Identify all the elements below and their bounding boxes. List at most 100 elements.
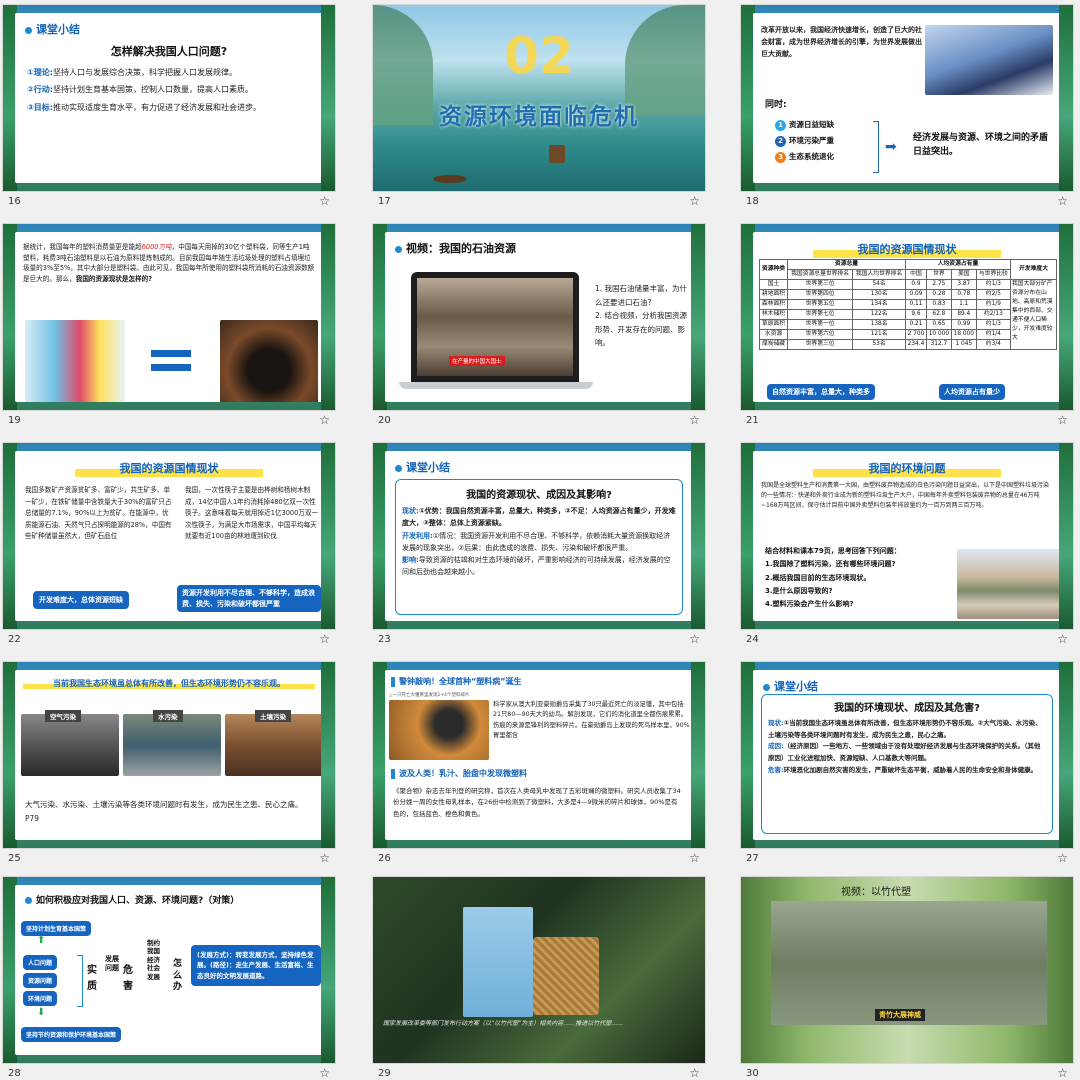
slide-footer: 27 ☆: [740, 849, 1074, 866]
tag-left: 开发难度大，总体资源短缺: [33, 591, 129, 609]
slide-thumbnail-27[interactable]: 课堂小结 我国的环境现状、成因及其危害? 现状:①当前我国生态环境虽总体有所改善…: [740, 661, 1074, 866]
star-icon[interactable]: ☆: [1057, 1066, 1068, 1080]
boat-icon: [549, 145, 565, 163]
slide-card: 我国的环境问题 我国是全球塑料生产和消费第一大国，由塑料废弃物造成的白色污染问题…: [753, 451, 1061, 621]
slide-canvas: 02 资源环境面临危机: [372, 4, 706, 192]
star-icon[interactable]: ☆: [319, 632, 330, 646]
slide-canvas: 视频：我国的石油资源 在产量的中国大国士 1. 我国石油储量丰富，为什么还要进口…: [372, 223, 706, 411]
bullet-dot-icon: [395, 464, 402, 472]
slide-thumbnail-26[interactable]: 警钟敲响！全球首种“塑料病”诞生 △一只死亡大鹱胃里发现1+4个塑料碎片 科学家…: [372, 661, 706, 866]
table-cell: 世界第一位: [786, 319, 854, 330]
table-cell: 世界: [925, 269, 952, 280]
bullet-dot-icon: [763, 683, 770, 691]
star-icon[interactable]: ☆: [689, 851, 700, 865]
table-cell: 我国人均世界排名: [852, 269, 906, 280]
video-frame[interactable]: 在产量的中国大国士: [417, 278, 573, 376]
table-cell: 约1/9: [975, 299, 1012, 310]
table-cell: 312.7: [925, 339, 952, 350]
table-cell: 2.75: [925, 279, 952, 290]
slide-canvas: 课堂小结 怎样解决我国人口问题? ①理论:坚持人口与发展综合决策，科学把握人口发…: [2, 4, 336, 192]
table-cell: 水资源: [759, 329, 788, 340]
slide-canvas: 据统计，我国每年的塑料消费量更是能超6000万吨，中国每天用掉的30亿个塑料袋，…: [2, 223, 336, 411]
star-icon[interactable]: ☆: [319, 194, 330, 208]
slide-canvas: 我国的环境问题 我国是全球塑料生产和消费第一大国，由塑料废弃物造成的白色污染问题…: [740, 442, 1074, 630]
prompt-text: 结合材料和课本79页，思考回答下列问题：: [765, 547, 901, 555]
line-text: ①情况：我国资源开发利用不尽合理、不够科学，依赖消耗大量资源换取经济发展的现象突…: [402, 531, 671, 552]
table-cell: 中国: [904, 269, 927, 280]
line-text: ①当前我国生态环境虽总体有所改善，但生态环境形势仍不容乐观。②大气污染、水污染、…: [768, 719, 1042, 739]
slide-title: 我国的资源国情现状: [813, 240, 1001, 258]
slide-title: 视频：以竹代塑: [841, 887, 911, 898]
boat-icon: [433, 175, 467, 183]
slide-canvas: 我国的资源国情现状 资源种类 资源总量 人均资源占有量 开发难度大 我国资源总量…: [740, 223, 1074, 411]
line-tag: 危害:: [768, 765, 784, 774]
star-icon[interactable]: ☆: [319, 851, 330, 865]
slide-thumbnail-17[interactable]: 02 资源环境面临危机 17 ☆: [372, 4, 706, 209]
slide-card: 当前我国生态环境虽总体有所改善，但生态环境形势仍不容乐观。 空气污染 水污染 土…: [15, 670, 323, 840]
slide-card: 警钟敲响！全球首种“塑料病”诞生 △一只死亡大鹱胃里发现1+4个塑料碎片 科学家…: [385, 670, 693, 840]
slide-canvas: 改革开放以来，我国经济快速增长，创造了巨大的社会财富，成为世界经济增长的引擎，为…: [740, 4, 1074, 192]
line-text: 导致资源的枯竭和对生态环境的破坏，严重影响经济的可持续发展，经济发展的空间和后劲…: [402, 556, 671, 577]
slide-footer: 23 ☆: [372, 630, 706, 647]
list-item: 2. 结合视频，分析我国资源形势、开发存在的问题、影响。: [595, 311, 688, 347]
slide-card: 我国的资源国情现状 我国多数矿产资源贫矿多、富矿少，共生矿多、单一矿少，在铁矿储…: [15, 451, 323, 621]
star-icon[interactable]: ☆: [689, 413, 700, 427]
table-cell: 耕地面积: [759, 289, 788, 300]
slide-thumbnail-20[interactable]: 视频：我国的石油资源 在产量的中国大国士 1. 我国石油储量丰富，为什么还要进口…: [372, 223, 706, 428]
solution-box: (发展方式)：转变发展方式，坚持绿色发展。(路径)：走生产发展、生活富裕、生态良…: [191, 945, 321, 987]
policy-box-bottom: 坚持节约资源和保护环境基本国策: [21, 1027, 122, 1042]
slide-header: 课堂小结: [763, 678, 818, 694]
table-cell: 134名: [852, 299, 906, 310]
slide-thumbnail-22[interactable]: 我国的资源国情现状 我国多数矿产资源贫矿多、富矿少，共生矿多、单一矿少，在铁矿储…: [2, 442, 336, 647]
slide-thumbnail-19[interactable]: 据统计，我国每年的塑料消费量更是能超6000万吨，中国每天用掉的30亿个塑料袋，…: [2, 223, 336, 428]
slide-thumbnail-24[interactable]: 我国的环境问题 我国是全球塑料生产和消费第一大国，由塑料废弃物造成的白色污染问题…: [740, 442, 1074, 647]
star-icon[interactable]: ☆: [689, 632, 700, 646]
table-cell: 0.99: [950, 319, 977, 330]
video-frame[interactable]: 青竹大展神威: [771, 901, 1047, 1025]
table-cell: 18 000: [950, 329, 977, 340]
table-cell: 0.83: [925, 299, 952, 310]
slide-card: 如何积极应对我国人口、资源、环境问题?（对策） 坚持计划生育基本国策 ⬆ 人口问…: [15, 885, 323, 1055]
slide-thumbnail-30[interactable]: 视频：以竹代塑 青竹大展神威 30 ☆: [740, 876, 1074, 1080]
star-icon[interactable]: ☆: [1057, 851, 1068, 865]
line-text: 坚持计划生育基本国策，控制人口数量，提高人口素质。: [52, 85, 253, 95]
image-label: 空气污染: [45, 710, 81, 722]
table-cell: 0.28: [925, 289, 952, 300]
slide-thumbnail-25[interactable]: 当前我国生态环境虽总体有所改善，但生态环境形势仍不容乐观。 空气污染 水污染 土…: [2, 661, 336, 866]
star-icon[interactable]: ☆: [689, 1066, 700, 1080]
star-icon[interactable]: ☆: [319, 413, 330, 427]
star-icon[interactable]: ☆: [319, 1066, 330, 1080]
slide-footer: 30 ☆: [740, 1064, 1074, 1080]
slide-canvas: 警钟敲响！全球首种“塑料病”诞生 △一只死亡大鹱胃里发现1+4个塑料碎片 科学家…: [372, 661, 706, 849]
slide-thumbnail-18[interactable]: 改革开放以来，我国经济快速增长，创造了巨大的社会财富，成为世界经济增长的引擎，为…: [740, 4, 1074, 209]
table-cell: 0.09: [904, 289, 927, 300]
effect-label: 制约我国经济社会发展: [147, 939, 160, 981]
star-icon[interactable]: ☆: [689, 194, 700, 208]
slide-body: 现状:①优势：我国自然资源丰富，总量大，种类多，②不足：人均资源占有量少，开发难…: [396, 501, 682, 579]
table-cell: 0.11: [904, 299, 927, 310]
table-cell: 资源种类: [759, 259, 788, 280]
table-cell: 0.21: [904, 319, 927, 330]
table-header-row: 资源种类 资源总量 人均资源占有量 开发难度大: [759, 259, 1057, 280]
slide-number: 26: [378, 853, 391, 864]
slide-thumbnail-21[interactable]: 我国的资源国情现状 资源种类 资源总量 人均资源占有量 开发难度大 我国资源总量…: [740, 223, 1074, 428]
slide-title: 我国的环境问题: [813, 459, 1001, 477]
list-item: 4.塑料污染会产生什么影响?: [765, 600, 854, 609]
slide-thumbnail-29[interactable]: 国家发展改革委等部门发布行动方案（以“以竹代塑”为主）相关内容……推进以竹代塑……: [372, 876, 706, 1080]
bullet-dot-icon: [25, 26, 32, 34]
table-cell: 约2/13: [975, 309, 1012, 320]
slide-title: 当前我国生态环境虽总体有所改善，但生态环境形势仍不容乐观。: [23, 678, 315, 689]
water-pollution-image: [123, 714, 221, 776]
table-cell: 我国资源总量世界排名: [786, 269, 854, 280]
star-icon[interactable]: ☆: [1057, 632, 1068, 646]
slide-thumbnail-23[interactable]: 课堂小结 我国的资源现状、成因及其影响? 现状:①优势：我国自然资源丰富，总量大…: [372, 442, 706, 647]
banner-heading: 波及人类！乳汁、胎盘中发现微塑料: [391, 768, 527, 779]
slide-number: 19: [8, 415, 21, 426]
table-cell: 资源总量: [787, 259, 906, 270]
tag-right: 资源开发利用不尽合理、不够科学，造成浪费、损失、污染和破坏都很严重: [177, 585, 321, 612]
star-icon[interactable]: ☆: [1057, 413, 1068, 427]
star-icon[interactable]: ☆: [1057, 194, 1068, 208]
slide-card: 改革开放以来，我国经济快速增长，创造了巨大的社会财富，成为世界经济增长的引擎，为…: [753, 13, 1061, 183]
slide-thumbnail-28[interactable]: 如何积极应对我国人口、资源、环境问题?（对策） 坚持计划生育基本国策 ⬆ 人口问…: [2, 876, 336, 1080]
slide-thumbnail-16[interactable]: 课堂小结 怎样解决我国人口问题? ①理论:坚持人口与发展综合决策，科学把握人口发…: [2, 4, 336, 209]
